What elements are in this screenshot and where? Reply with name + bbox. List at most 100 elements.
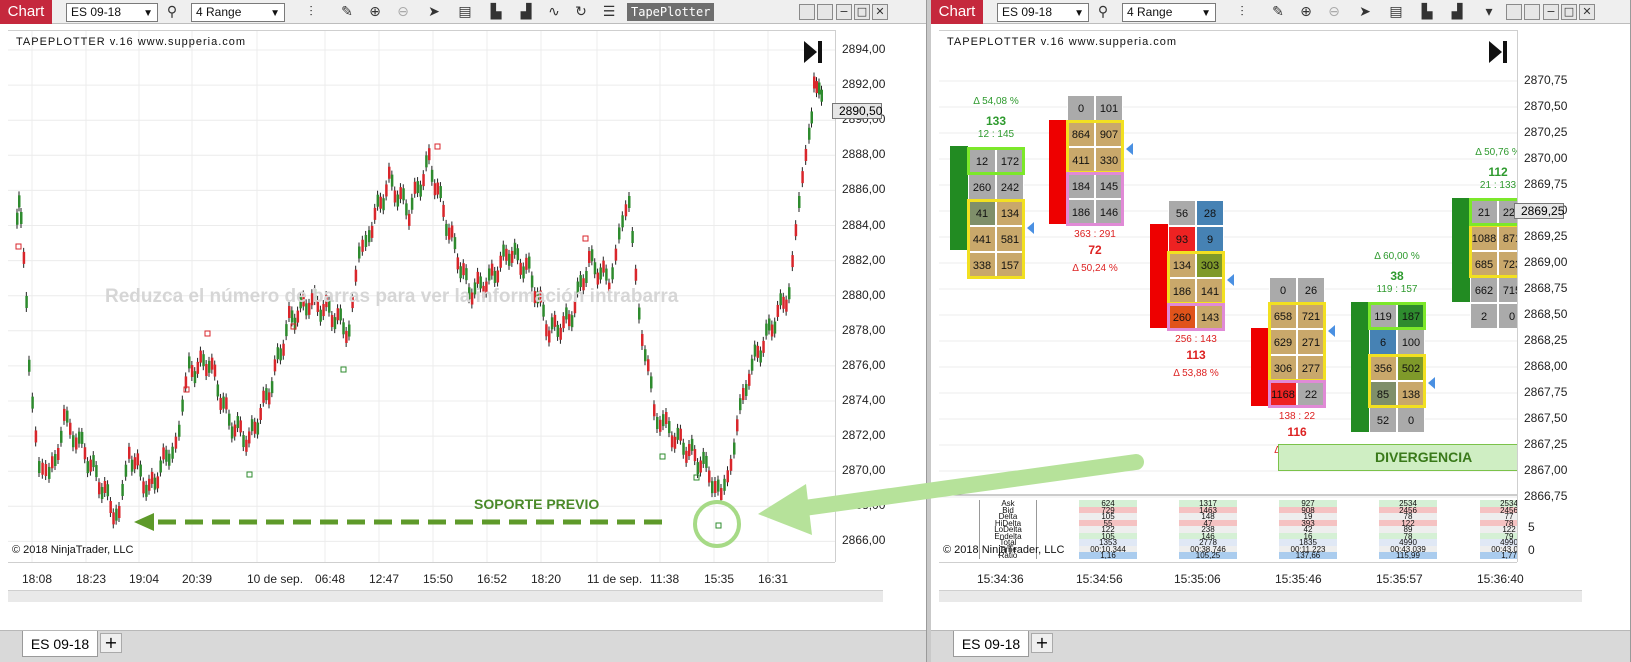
tile2-icon[interactable] (1524, 4, 1540, 20)
templates-icon[interactable]: ▟ (1448, 3, 1466, 21)
instrument-selector[interactable]: ES 09-18 ▼ (997, 3, 1089, 22)
candle-body (205, 364, 208, 377)
minimize-button[interactable]: − (1543, 4, 1559, 20)
zoom-in-icon[interactable]: ⊕ (366, 3, 384, 21)
pointer-icon[interactable]: ➤ (425, 3, 443, 21)
data-box-icon[interactable]: ▤ (456, 3, 474, 21)
list-icon[interactable]: ☰ (600, 3, 618, 21)
chart-menu-button[interactable]: Chart (931, 0, 983, 24)
candle-body (25, 295, 28, 308)
candle-body (773, 321, 777, 334)
candle-body (124, 464, 128, 477)
zoom-out-icon[interactable]: ⊖ (1325, 3, 1343, 21)
right-scrollbar[interactable] (939, 590, 1582, 602)
pointer-icon[interactable]: ➤ (1356, 3, 1374, 21)
data-box-icon[interactable]: ▤ (1387, 3, 1405, 21)
templates-icon[interactable]: ▟ (517, 3, 535, 21)
candle-body (682, 442, 685, 455)
tile-icon[interactable] (799, 4, 815, 20)
close-button[interactable]: ✕ (872, 4, 888, 20)
stats-cell: 1,77 (1480, 552, 1517, 559)
candle-body (228, 413, 231, 426)
candle-body (78, 431, 81, 444)
footprint-cell: 411 (1067, 147, 1095, 173)
right-price-pane[interactable]: TAPEPLOTTER v.16 www.supperia.com 12 172 2… (939, 30, 1517, 562)
maximize-button[interactable]: □ (1561, 4, 1577, 20)
footprint-cell: 9 (1196, 226, 1224, 252)
draw-pencil-icon[interactable]: ✎ (1269, 3, 1287, 21)
left-price-axis[interactable]: 2894,00 2892,00 2890,00 2888,00 2886,00 2884,… (832, 30, 893, 562)
candle-body (103, 480, 107, 493)
footprint-cell: 22 (1297, 381, 1325, 407)
period-selector[interactable]: 4 Range ▼ (191, 3, 285, 22)
time-tick-label: 15:35:57 (1376, 572, 1423, 586)
footprint-cell: 260 (968, 174, 996, 200)
zoom-out-icon[interactable]: ⊖ (394, 3, 412, 21)
footprint-cell: 864 (1067, 121, 1095, 147)
tile2-icon[interactable] (817, 4, 833, 20)
candle-body (416, 181, 420, 194)
right-time-axis[interactable]: 15:34:36 15:34:56 15:35:06 15:35:46 15:35:57… (939, 562, 1524, 590)
delta-side-bar (1452, 198, 1470, 302)
candle-body (385, 184, 388, 197)
zoom-in-icon[interactable]: ⊕ (1297, 3, 1315, 21)
strategies-icon[interactable]: ▙ (487, 3, 505, 21)
tile-icon[interactable] (1506, 4, 1522, 20)
refresh-icon[interactable]: ↻ (572, 3, 590, 21)
candle-body (248, 431, 251, 444)
candle-body (34, 430, 38, 443)
candle-body (499, 255, 502, 268)
indicator-header: TAPEPLOTTER v.16 www.supperia.com (947, 36, 1178, 48)
search-icon[interactable]: ⚲ (1094, 3, 1112, 21)
period-selector[interactable]: 4 Range ▼ (1122, 3, 1216, 22)
left-scrollbar[interactable] (8, 590, 883, 602)
indicators-icon[interactable]: ∿ (545, 3, 563, 21)
minimize-button[interactable]: − (836, 4, 852, 20)
candle-body (181, 399, 184, 412)
close-button[interactable]: ✕ (1579, 4, 1595, 20)
price-tick-label: 2870,25 (1524, 125, 1568, 139)
price-tick-label: 2878,00 (842, 322, 886, 337)
bar-type-icon[interactable]: ⫶ (302, 3, 320, 21)
candle-body (44, 464, 48, 477)
add-tab-button[interactable]: + (100, 633, 122, 653)
footprint-cell: 26 (1297, 277, 1325, 303)
poc-pointer-icon (1027, 222, 1034, 234)
candle-body (528, 256, 531, 269)
left-time-axis[interactable]: 18:08 18:23 19:04 20:39 10 de sep. 06:48 12:47… (8, 562, 835, 590)
tapeplotter-label[interactable]: TapePlotter (627, 3, 715, 21)
candle-body (785, 299, 788, 312)
candle-body (31, 396, 34, 409)
tab-es-09-18[interactable]: ES 09-18 (953, 631, 1029, 657)
tab-es-09-18[interactable]: ES 09-18 (22, 631, 98, 657)
chevron-down-icon[interactable]: ▾ (1480, 3, 1498, 21)
skip-to-end-icon[interactable] (804, 41, 822, 63)
candle-body (80, 431, 84, 444)
draw-pencil-icon[interactable]: ✎ (338, 3, 356, 21)
candle-body (690, 438, 694, 451)
instrument-selector[interactable]: ES 09-18 ▼ (66, 3, 158, 22)
chart-menu-button[interactable]: Chart (0, 0, 52, 24)
left-price-pane[interactable]: TAPEPLOTTER v.16 www.supperia.com Reduzc… (8, 30, 835, 562)
footprint-cell: 186 (1168, 278, 1196, 304)
candle-body (419, 184, 422, 197)
candle-body (339, 308, 342, 321)
skip-to-end-icon[interactable] (1489, 41, 1507, 63)
candle-body (376, 194, 380, 207)
watermark-text: Reduzca el número de barras para ver la … (105, 286, 679, 307)
candle-body (562, 316, 565, 329)
maximize-button[interactable]: □ (854, 4, 870, 20)
candle-body (150, 471, 154, 484)
candle-body (565, 307, 568, 320)
time-tick-label: 18:23 (76, 572, 107, 586)
bar-type-icon[interactable]: ⫶ (1233, 3, 1251, 21)
search-icon[interactable]: ⚲ (163, 3, 181, 21)
right-price-axis[interactable]: 2870,75 2870,50 2870,25 2870,00 2869,75 2869,… (1514, 30, 1575, 562)
footprint-cell: 871 (1498, 225, 1517, 251)
candle-body (66, 410, 69, 423)
time-tick-label: 15:34:36 (977, 572, 1024, 586)
candle-body (336, 308, 340, 321)
candle-body (436, 182, 440, 195)
strategies-icon[interactable]: ▙ (1418, 3, 1436, 21)
add-tab-button[interactable]: + (1031, 633, 1053, 653)
